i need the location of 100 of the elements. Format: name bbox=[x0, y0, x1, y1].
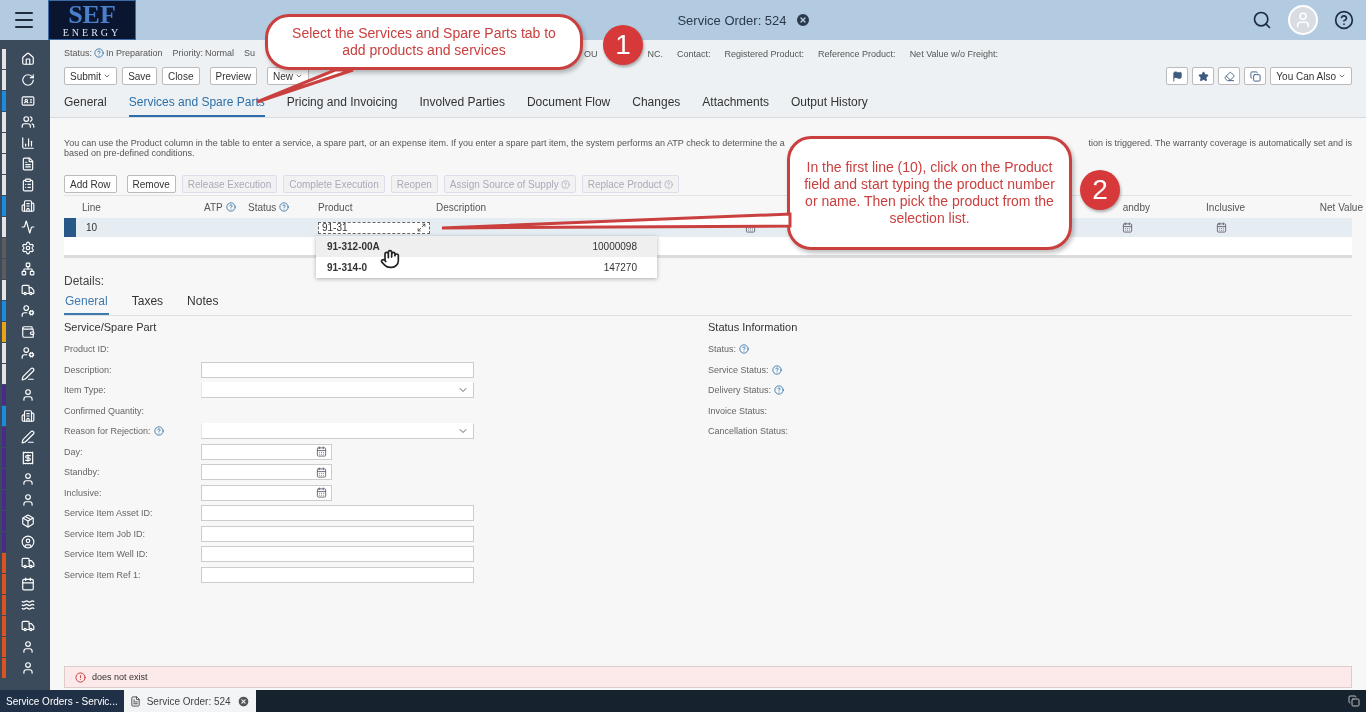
receipt-icon[interactable] bbox=[21, 451, 35, 465]
truck-icon[interactable] bbox=[21, 619, 35, 633]
dropdown-field[interactable] bbox=[201, 382, 474, 399]
network-icon[interactable] bbox=[21, 262, 35, 276]
tab[interactable]: Involved Parties bbox=[419, 95, 505, 117]
document-icon bbox=[129, 695, 141, 707]
package-icon[interactable] bbox=[21, 514, 35, 528]
column-header: Line bbox=[82, 201, 101, 213]
calendar-icon[interactable] bbox=[1216, 222, 1227, 233]
column-header: andby bbox=[1122, 201, 1151, 213]
field-label: Confirmed Quantity: bbox=[64, 405, 146, 416]
user-icon[interactable] bbox=[21, 640, 35, 654]
document-icon[interactable] bbox=[21, 157, 35, 171]
people-icon[interactable] bbox=[21, 115, 35, 129]
info-text: tion is triggered. The warranty coverage is automatically set and is bbox=[1088, 138, 1352, 148]
toolbar-button[interactable]: Save bbox=[122, 67, 157, 85]
error-text: does not exist bbox=[92, 672, 148, 682]
tab[interactable]: Notes bbox=[186, 294, 220, 315]
truck-icon[interactable] bbox=[21, 283, 35, 297]
header-field: Registered Product: bbox=[724, 49, 805, 59]
input-field[interactable] bbox=[201, 464, 332, 481]
input-field[interactable] bbox=[201, 566, 474, 583]
calendar-icon[interactable] bbox=[316, 487, 327, 499]
tab[interactable]: Document Flow bbox=[526, 95, 611, 117]
field-label: Standby: bbox=[64, 467, 101, 478]
header-field: OU bbox=[584, 49, 598, 59]
table-cell-text: 10 bbox=[85, 222, 99, 233]
user-gear-icon[interactable] bbox=[21, 304, 35, 318]
wallet-icon[interactable] bbox=[21, 325, 35, 339]
help-icon bbox=[560, 179, 570, 189]
settings-icon[interactable] bbox=[21, 241, 35, 255]
bar-chart-icon[interactable] bbox=[21, 136, 35, 150]
eraser-button[interactable] bbox=[1218, 67, 1241, 85]
clipboard-icon[interactable] bbox=[21, 178, 35, 192]
tab[interactable]: General bbox=[64, 95, 107, 117]
input-field[interactable] bbox=[201, 505, 474, 522]
building-icon[interactable] bbox=[21, 409, 35, 423]
error-icon bbox=[75, 671, 86, 683]
calendar-icon[interactable] bbox=[1122, 222, 1133, 233]
toolbar-button[interactable]: Close bbox=[161, 67, 200, 85]
activity-icon[interactable] bbox=[21, 220, 35, 234]
pen-icon[interactable] bbox=[21, 367, 35, 381]
input-field[interactable] bbox=[201, 525, 474, 542]
expand-icon[interactable] bbox=[417, 223, 426, 232]
help-icon[interactable] bbox=[1334, 10, 1354, 30]
pen-icon[interactable] bbox=[21, 430, 35, 444]
toolbar-button[interactable]: Submit bbox=[64, 67, 118, 85]
flag-icon bbox=[1171, 70, 1183, 82]
tab[interactable]: Pricing and Invoicing bbox=[286, 95, 398, 117]
calendar-icon[interactable] bbox=[316, 446, 327, 458]
product-field[interactable]: 91-31 bbox=[318, 221, 430, 234]
user-icon[interactable] bbox=[21, 661, 35, 675]
tab[interactable]: Changes bbox=[632, 95, 681, 117]
more-button[interactable]: You Can Also bbox=[1270, 67, 1352, 85]
tab[interactable]: Attachments bbox=[702, 95, 770, 117]
caret-icon bbox=[295, 72, 304, 80]
refresh-icon[interactable] bbox=[21, 73, 35, 87]
input-field[interactable] bbox=[201, 443, 332, 460]
user-icon[interactable] bbox=[21, 493, 35, 507]
close-icon[interactable] bbox=[794, 12, 811, 28]
field-label: Service Status: bbox=[708, 364, 845, 375]
flag-button[interactable] bbox=[1166, 67, 1189, 85]
tab[interactable]: Taxes bbox=[130, 294, 165, 315]
info-text: based on pre-defined conditions. bbox=[64, 148, 196, 158]
header-field: Su bbox=[244, 48, 256, 58]
header-field: Priority: Normal bbox=[172, 48, 235, 58]
tab[interactable]: Output History bbox=[791, 95, 868, 117]
copy-button[interactable] bbox=[1244, 67, 1267, 85]
table-action-button[interactable]: Add Row bbox=[64, 175, 117, 193]
taskbar-tab[interactable]: Service Orders - Servic... bbox=[0, 690, 124, 712]
window-title: Service Order: 524 bbox=[677, 12, 787, 28]
field-label: Status: bbox=[708, 344, 845, 355]
user-icon[interactable] bbox=[21, 472, 35, 486]
user-gear-icon[interactable] bbox=[21, 346, 35, 360]
truck-icon[interactable] bbox=[21, 556, 35, 570]
suggestion-item[interactable]: 91-312-00A 10000098 bbox=[316, 235, 657, 257]
toolbar-button[interactable]: Preview bbox=[209, 67, 258, 85]
home-icon[interactable] bbox=[21, 52, 35, 66]
id-card-icon[interactable] bbox=[21, 94, 35, 108]
star-button[interactable] bbox=[1192, 67, 1215, 85]
dropdown-field[interactable] bbox=[201, 423, 474, 440]
window-icon[interactable] bbox=[1348, 695, 1360, 707]
column-header: ATP bbox=[204, 201, 236, 213]
column-header: Product bbox=[318, 201, 353, 213]
table-action-button[interactable]: Remove bbox=[126, 175, 176, 193]
user-circle-icon[interactable] bbox=[21, 535, 35, 549]
input-field[interactable] bbox=[201, 361, 474, 378]
input-field[interactable] bbox=[201, 484, 332, 501]
user-icon[interactable] bbox=[21, 388, 35, 402]
help-icon bbox=[663, 179, 673, 189]
building-icon[interactable] bbox=[21, 199, 35, 213]
search-icon[interactable] bbox=[1252, 10, 1272, 30]
field-label: Delivery Status: bbox=[708, 385, 845, 396]
eraser-icon bbox=[1223, 70, 1235, 82]
taskbar-tab[interactable]: Service Order: 524 bbox=[123, 690, 256, 712]
tab[interactable]: General bbox=[64, 294, 109, 315]
field-label: Reason for Rejection: bbox=[64, 426, 201, 437]
input-field[interactable] bbox=[201, 546, 474, 563]
waves-icon[interactable] bbox=[21, 598, 35, 612]
calendar-icon[interactable] bbox=[316, 466, 327, 478]
